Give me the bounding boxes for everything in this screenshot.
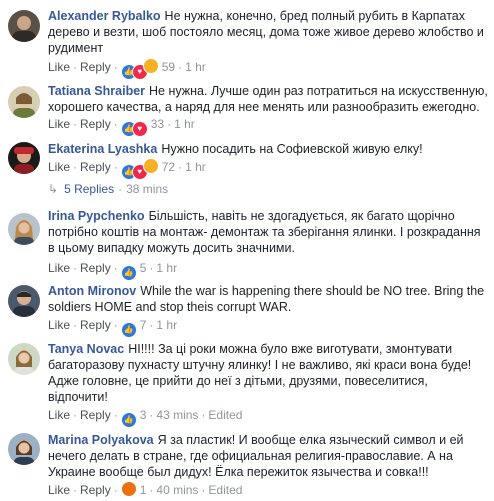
comment-time[interactable]: 1 hr bbox=[185, 160, 206, 174]
like-link[interactable]: Like bbox=[48, 483, 70, 497]
comment-time[interactable]: 1 hr bbox=[174, 117, 195, 131]
comment-actions: Like · Reply · 👍 ♥ 33 · 1 hr bbox=[48, 116, 195, 137]
reaction-count[interactable]: 72 bbox=[162, 160, 175, 174]
replies-link[interactable]: 5 Replies bbox=[64, 182, 114, 196]
comment-time[interactable]: 40 mins bbox=[156, 483, 198, 497]
comment-author[interactable]: Irina Pypchenko bbox=[48, 209, 145, 223]
comment-time[interactable]: 1 hr bbox=[156, 261, 177, 275]
avatar[interactable] bbox=[8, 142, 40, 174]
like-reaction-icon: 👍 bbox=[120, 412, 137, 428]
comment-time[interactable]: 1 hr bbox=[156, 318, 177, 332]
comment-time[interactable]: 1 hr bbox=[185, 60, 206, 74]
comment-author[interactable]: Anton Mironov bbox=[48, 284, 136, 298]
comment-text: Нужно посадить на Софиевской живую елку! bbox=[161, 142, 423, 156]
like-link[interactable]: Like bbox=[48, 160, 70, 174]
comment-author[interactable]: Tanya Novac bbox=[48, 342, 124, 356]
comment-actions: Like · Reply · 👍 ♥ 59 · 1 hr bbox=[48, 58, 206, 80]
edited-label[interactable]: Edited bbox=[208, 408, 242, 422]
like-link[interactable]: Like bbox=[48, 408, 70, 422]
avatar[interactable] bbox=[8, 213, 40, 245]
comment-author[interactable]: Alexander Rybalko bbox=[48, 9, 161, 23]
reply-link[interactable]: Reply bbox=[80, 408, 111, 422]
reactions[interactable]: 👍 bbox=[120, 410, 137, 428]
comment-actions: Like · Reply · 1 · 40 mins · Edited bbox=[48, 481, 243, 497]
reaction-count[interactable]: 7 bbox=[140, 318, 147, 332]
reply-link[interactable]: Reply bbox=[80, 160, 111, 174]
reply-link[interactable]: Reply bbox=[80, 318, 111, 332]
like-link[interactable]: Like bbox=[48, 318, 70, 332]
like-reaction-icon: 👍 bbox=[120, 265, 137, 281]
like-link[interactable]: Like bbox=[48, 60, 70, 74]
avatar[interactable] bbox=[8, 10, 40, 42]
reply-link[interactable]: Reply bbox=[80, 261, 111, 275]
reply-arrow-icon: ↳ bbox=[48, 182, 59, 196]
reaction-count[interactable]: 59 bbox=[162, 60, 175, 74]
comment-author[interactable]: Marina Polyakova bbox=[48, 433, 154, 447]
edited-label[interactable]: Edited bbox=[208, 483, 242, 497]
reaction-count[interactable]: 5 bbox=[140, 261, 147, 275]
reaction-count[interactable]: 3 bbox=[140, 408, 147, 422]
reply-link[interactable]: Reply bbox=[80, 117, 111, 131]
reactions[interactable]: 👍 ♥ bbox=[120, 119, 148, 137]
reactions[interactable]: 👍 ♥ bbox=[120, 158, 159, 180]
reaction-count[interactable]: 33 bbox=[151, 117, 164, 131]
comment-author[interactable]: Tatiana Shraiber bbox=[48, 84, 145, 98]
comment-actions: Like · Reply · 👍 3 · 43 mins · Edited bbox=[48, 407, 242, 428]
comment-actions: Like · Reply · 👍 ♥ 72 · 1 hr bbox=[48, 158, 206, 180]
reply-link[interactable]: Reply bbox=[80, 483, 111, 497]
comment-actions: Like · Reply · 👍 5 · 1 hr bbox=[48, 260, 177, 281]
like-reaction-icon: 👍 bbox=[120, 322, 137, 338]
reactions[interactable]: 👍 bbox=[120, 320, 137, 338]
avatar[interactable] bbox=[8, 343, 40, 375]
avatar[interactable] bbox=[8, 86, 40, 118]
reactions[interactable]: 👍 ♥ bbox=[120, 58, 159, 80]
avatar[interactable] bbox=[8, 285, 40, 317]
reaction-count[interactable]: 1 bbox=[140, 483, 147, 497]
comment-author[interactable]: Ekaterina Lyashka bbox=[48, 142, 157, 156]
like-link[interactable]: Like bbox=[48, 261, 70, 275]
comment-actions: Like · Reply · 👍 7 · 1 hr bbox=[48, 317, 177, 338]
comment-time[interactable]: 43 mins bbox=[156, 408, 198, 422]
haha-reaction-icon bbox=[142, 58, 159, 74]
angry-reaction-icon bbox=[120, 481, 137, 497]
love-reaction-icon: ♥ bbox=[131, 121, 148, 137]
reactions[interactable] bbox=[120, 481, 137, 497]
replies-time: 38 mins bbox=[126, 182, 169, 196]
avatar[interactable] bbox=[8, 433, 40, 465]
reply-link[interactable]: Reply bbox=[80, 60, 111, 74]
reactions[interactable]: 👍 bbox=[120, 263, 137, 281]
like-link[interactable]: Like bbox=[48, 117, 70, 131]
view-replies[interactable]: ↳ 5 Replies · 38 mins bbox=[48, 181, 168, 197]
haha-reaction-icon bbox=[142, 158, 159, 174]
